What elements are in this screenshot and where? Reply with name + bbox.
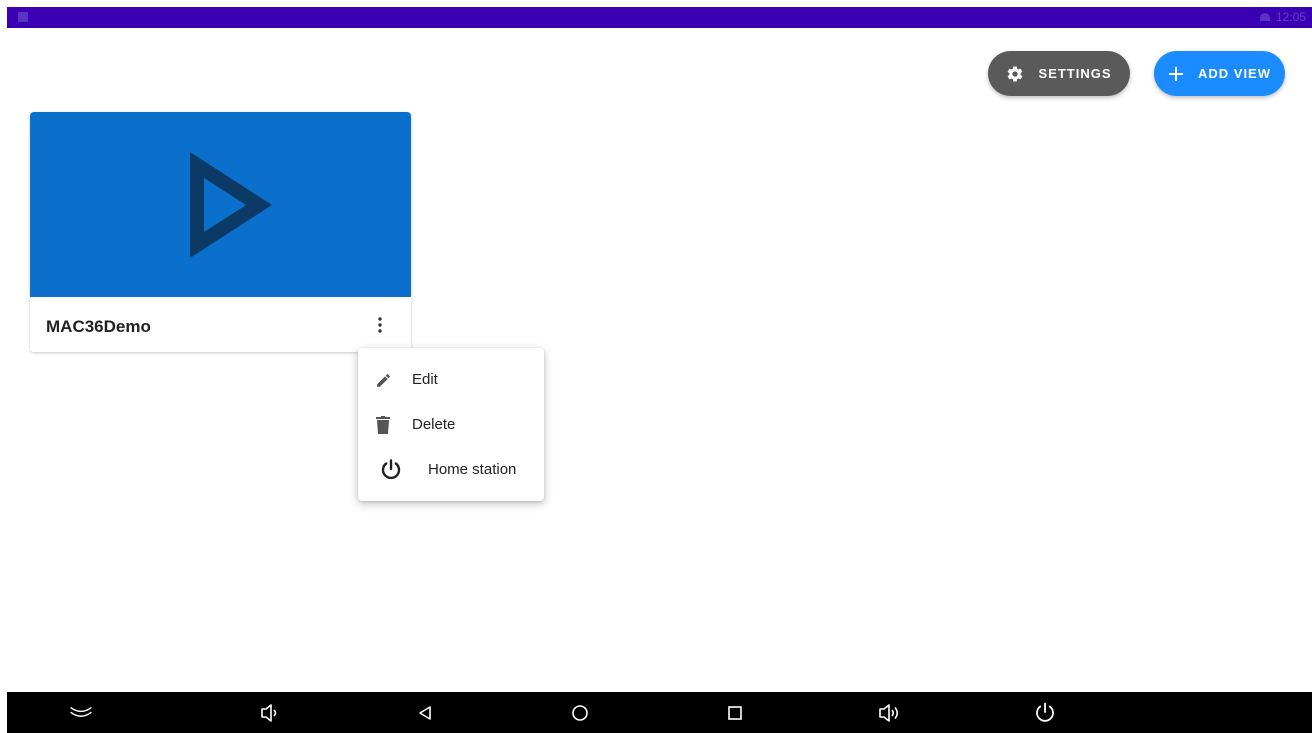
menu-item-label: Delete [412,416,456,433]
menu-item-home-station[interactable]: Home station [358,450,544,490]
wifi-icon [1259,13,1270,21]
gear-icon [1006,65,1024,83]
context-menu: Edit Delete Home station [358,348,544,501]
trash-icon [376,416,390,434]
card-title: MAC36Demo [46,317,151,336]
menu-item-delete[interactable]: Delete [358,405,544,445]
status-time: 12:05 [1275,10,1306,24]
recents-icon[interactable] [723,701,747,725]
notification-icon [18,12,28,22]
power-icon [380,459,402,481]
card-thumbnail[interactable] [30,112,411,297]
menu-item-label: Home station [428,461,517,478]
volume-up-icon[interactable] [878,701,902,725]
pencil-icon [375,372,392,389]
more-vert-icon [378,317,382,333]
plus-icon [1168,66,1184,82]
navigation-bar [7,692,1312,733]
settings-button[interactable]: SETTINGS [988,51,1130,96]
settings-label: SETTINGS [1038,66,1112,81]
add-view-button[interactable]: ADD VIEW [1154,51,1285,96]
menu-item-edit[interactable]: Edit [358,360,544,400]
power-icon[interactable] [1033,701,1057,725]
play-icon [188,150,274,265]
back-icon[interactable] [413,701,437,725]
more-options-button[interactable] [370,313,390,337]
menu-item-label: Edit [412,371,438,388]
add-view-label: ADD VIEW [1198,66,1271,81]
volume-down-icon[interactable] [258,701,282,725]
collapse-icon[interactable] [69,701,93,725]
view-card[interactable]: MAC36Demo [30,112,411,352]
status-bar: 12:05 [7,7,1312,28]
status-right: 12:05 [1259,10,1306,24]
home-icon[interactable] [568,701,592,725]
